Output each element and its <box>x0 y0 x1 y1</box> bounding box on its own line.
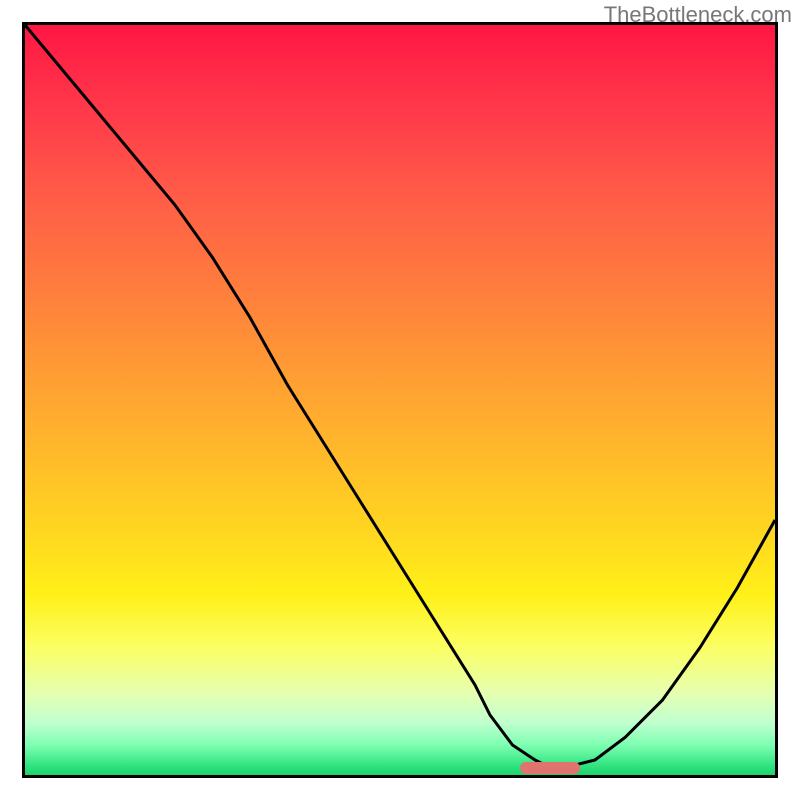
bottleneck-curve <box>25 25 775 768</box>
optimal-marker <box>520 762 580 774</box>
plot-area <box>25 25 775 775</box>
chart-stage: TheBottleneck.com <box>0 0 800 800</box>
curve-svg <box>25 25 775 775</box>
